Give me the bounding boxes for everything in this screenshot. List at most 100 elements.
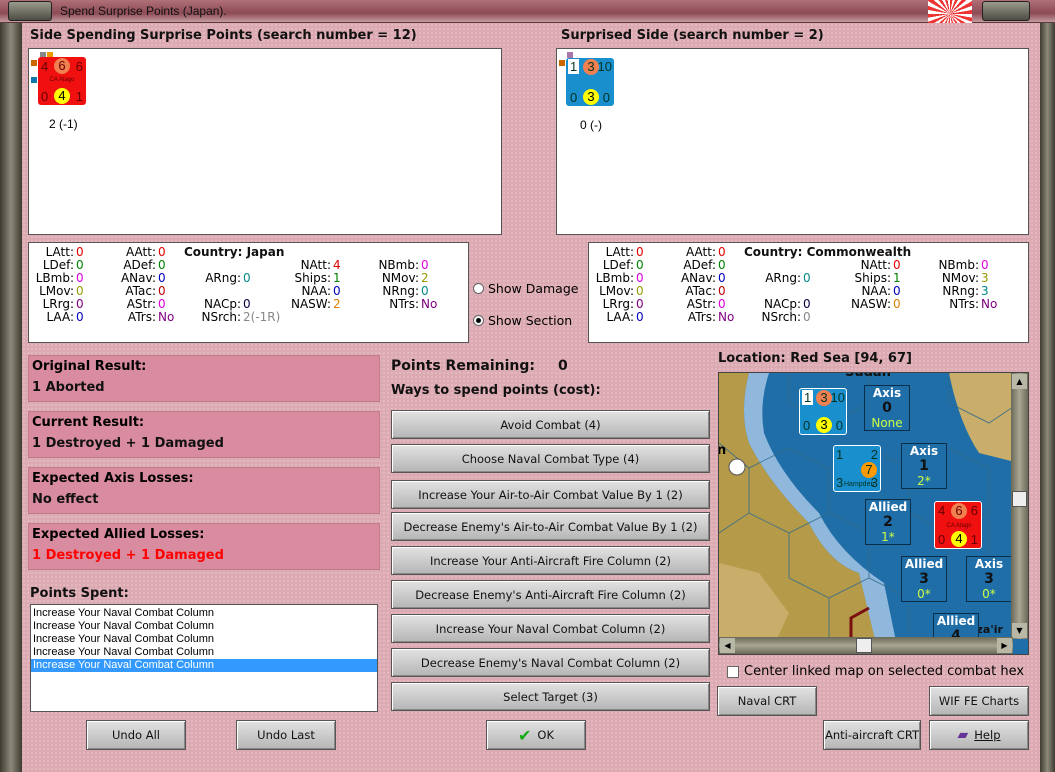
stat-value: 0	[636, 284, 644, 298]
close-button[interactable]	[982, 1, 1030, 21]
marker-icon	[559, 60, 565, 66]
map-unit-hampden[interactable]: 1 2 7 3 Hampden 3	[833, 445, 881, 492]
wif-fe-charts-button[interactable]: WIF FE Charts	[929, 686, 1029, 716]
counter-value: 6	[75, 59, 83, 74]
map-label: n	[719, 443, 726, 458]
points-remaining-value: 0	[558, 358, 568, 374]
spend-option-button[interactable]: Increase Your Air-to-Air Combat Value By…	[391, 480, 710, 509]
stat-label: LBmb:	[35, 271, 74, 285]
undo-last-button[interactable]: Undo Last	[236, 720, 336, 750]
stat-value: 2(-1R)	[243, 310, 281, 324]
result-box: Expected Allied Losses: 1 Destroyed + 1 D…	[28, 523, 380, 570]
counter-value: 0	[835, 418, 843, 433]
points-remaining-label: Points Remaining:	[391, 358, 536, 374]
stat-value: 0	[636, 310, 644, 324]
ok-button[interactable]: ✔ OK	[486, 720, 586, 750]
list-item[interactable]: Increase Your Naval Combat Column	[31, 607, 377, 620]
scroll-thumb[interactable]	[1012, 491, 1027, 507]
help-book-icon: ▰	[957, 727, 969, 743]
counter-value: 0	[938, 532, 946, 547]
help-button[interactable]: ▰ Help	[929, 720, 1029, 750]
result-value: 1 Aborted	[32, 380, 105, 395]
radio-label: Show Damage	[488, 281, 579, 296]
naval-crt-button[interactable]: Naval CRT	[717, 686, 817, 716]
counter-value: 1	[836, 447, 844, 462]
spend-option-button[interactable]: Increase Your Naval Combat Column (2)	[391, 614, 710, 643]
stat-label: NTrs:	[389, 297, 419, 311]
zone-side: Axis	[872, 386, 902, 400]
stat-label: ATrs:	[687, 310, 716, 324]
scroll-down-icon[interactable]: ▼	[1012, 623, 1027, 638]
map-unit-ca-atago[interactable]: 4 6 6 CA Atago 0 4 1	[934, 501, 982, 549]
counter-value: 1	[802, 390, 814, 405]
spend-option-button[interactable]: Decrease Enemy's Air-to-Air Combat Value…	[391, 512, 710, 541]
combat-zone-box[interactable]: Allied 3 0*	[901, 556, 947, 602]
stat-value: 0	[421, 284, 429, 298]
list-item[interactable]: Increase Your Naval Combat Column	[31, 620, 377, 633]
combat-zone-box[interactable]: Axis 0 None	[864, 385, 910, 431]
stat-value: 3	[981, 271, 989, 285]
scroll-right-icon[interactable]: ▶	[997, 638, 1012, 653]
center-map-checkbox[interactable]: Center linked map on selected combat hex	[727, 664, 1024, 679]
map-view[interactable]: n Sudan Jaza'ir Axis0NoneAxis12*Allied21…	[718, 372, 1029, 655]
unit-counter-cw-ship[interactable]: 1 3 10 0 3 0	[566, 58, 614, 106]
spend-option-button[interactable]: Choose Naval Combat Type (4)	[391, 444, 710, 473]
zone-side: Allied	[936, 614, 976, 628]
stat-value: 0	[76, 245, 84, 259]
scroll-left-icon[interactable]: ◀	[720, 638, 735, 653]
spend-option-button[interactable]: Decrease Enemy's Anti-Aircraft Fire Colu…	[391, 580, 710, 609]
scroll-thumb[interactable]	[856, 638, 872, 653]
list-item[interactable]: Increase Your Naval Combat Column	[31, 633, 377, 646]
spending-side-title: Side Spending Surprise Points (search nu…	[30, 28, 417, 43]
spend-option-button[interactable]: Increase Your Anti-Aircraft Fire Column …	[391, 546, 710, 575]
checkbox-icon	[727, 665, 739, 678]
stat-label: LAtt:	[45, 245, 74, 259]
show-damage-radio[interactable]: Show Damage	[473, 281, 578, 296]
spend-option-button[interactable]: Select Target (3)	[391, 682, 710, 711]
counter-value: 6	[951, 503, 967, 519]
stat-value: 0	[421, 258, 429, 272]
result-value: 1 Destroyed + 1 Damaged	[32, 436, 224, 451]
stat-label: LRrg:	[42, 297, 74, 311]
zone-number: 3	[919, 571, 929, 587]
counter-value: 1	[568, 59, 580, 74]
minimize-button[interactable]	[8, 1, 52, 21]
stat-label: NASW:	[290, 297, 331, 311]
points-spent-list[interactable]: Increase Your Naval Combat Column Increas…	[30, 604, 378, 712]
help-label: Help	[974, 728, 1001, 742]
map-horizontal-scrollbar[interactable]: ◀ ▶	[719, 637, 1013, 654]
zone-sub: 1*	[881, 530, 895, 544]
stat-value: 0	[893, 284, 901, 298]
stat-label: NAA:	[301, 284, 331, 298]
stat-value: No	[158, 310, 175, 324]
scroll-up-icon[interactable]: ▲	[1012, 374, 1027, 389]
stat-label: ADef:	[683, 258, 716, 272]
stat-value: 0	[158, 245, 166, 259]
undo-all-button[interactable]: Undo All	[86, 720, 186, 750]
list-item[interactable]: Increase Your Naval Combat Column	[31, 646, 377, 659]
list-item[interactable]: Increase Your Naval Combat Column	[31, 659, 377, 672]
spend-option-button[interactable]: Decrease Enemy's Naval Combat Column (2)	[391, 648, 710, 677]
show-section-radio[interactable]: Show Section	[473, 313, 572, 328]
counter-value: 3	[836, 475, 844, 490]
anti-aircraft-crt-button[interactable]: Anti-aircraft CRT	[823, 720, 921, 750]
combat-zone-box[interactable]: Axis 3 0*	[966, 556, 1012, 602]
stat-value: 0	[718, 284, 726, 298]
stat-label: ARng:	[205, 271, 241, 285]
result-value: 1 Destroyed + 1 Damaged	[32, 548, 224, 563]
stat-label: AStr:	[686, 297, 716, 311]
stat-value: 0	[636, 245, 644, 259]
stat-value: 0	[76, 271, 84, 285]
map-vertical-scrollbar[interactable]: ▲ ▼	[1011, 373, 1028, 639]
spend-option-button[interactable]: Avoid Combat (4)	[391, 410, 710, 439]
stat-label: NTrs:	[949, 297, 979, 311]
counter-value: 0	[602, 90, 610, 105]
combat-zone-box[interactable]: Allied 2 1*	[865, 499, 911, 545]
combat-zone-box[interactable]: Axis 1 2*	[901, 443, 947, 489]
unit-counter-ca-atago[interactable]: 4 6 6 CA Atago 0 4 1	[38, 57, 86, 105]
stat-value: 1	[893, 271, 901, 285]
map-unit-cw-ship[interactable]: 1 3 10 0 3 0	[799, 388, 847, 435]
ways-label: Ways to spend points (cost):	[391, 383, 601, 398]
surprised-side-title: Surprised Side (search number = 2)	[561, 28, 824, 43]
zone-side: Allied	[868, 500, 908, 514]
